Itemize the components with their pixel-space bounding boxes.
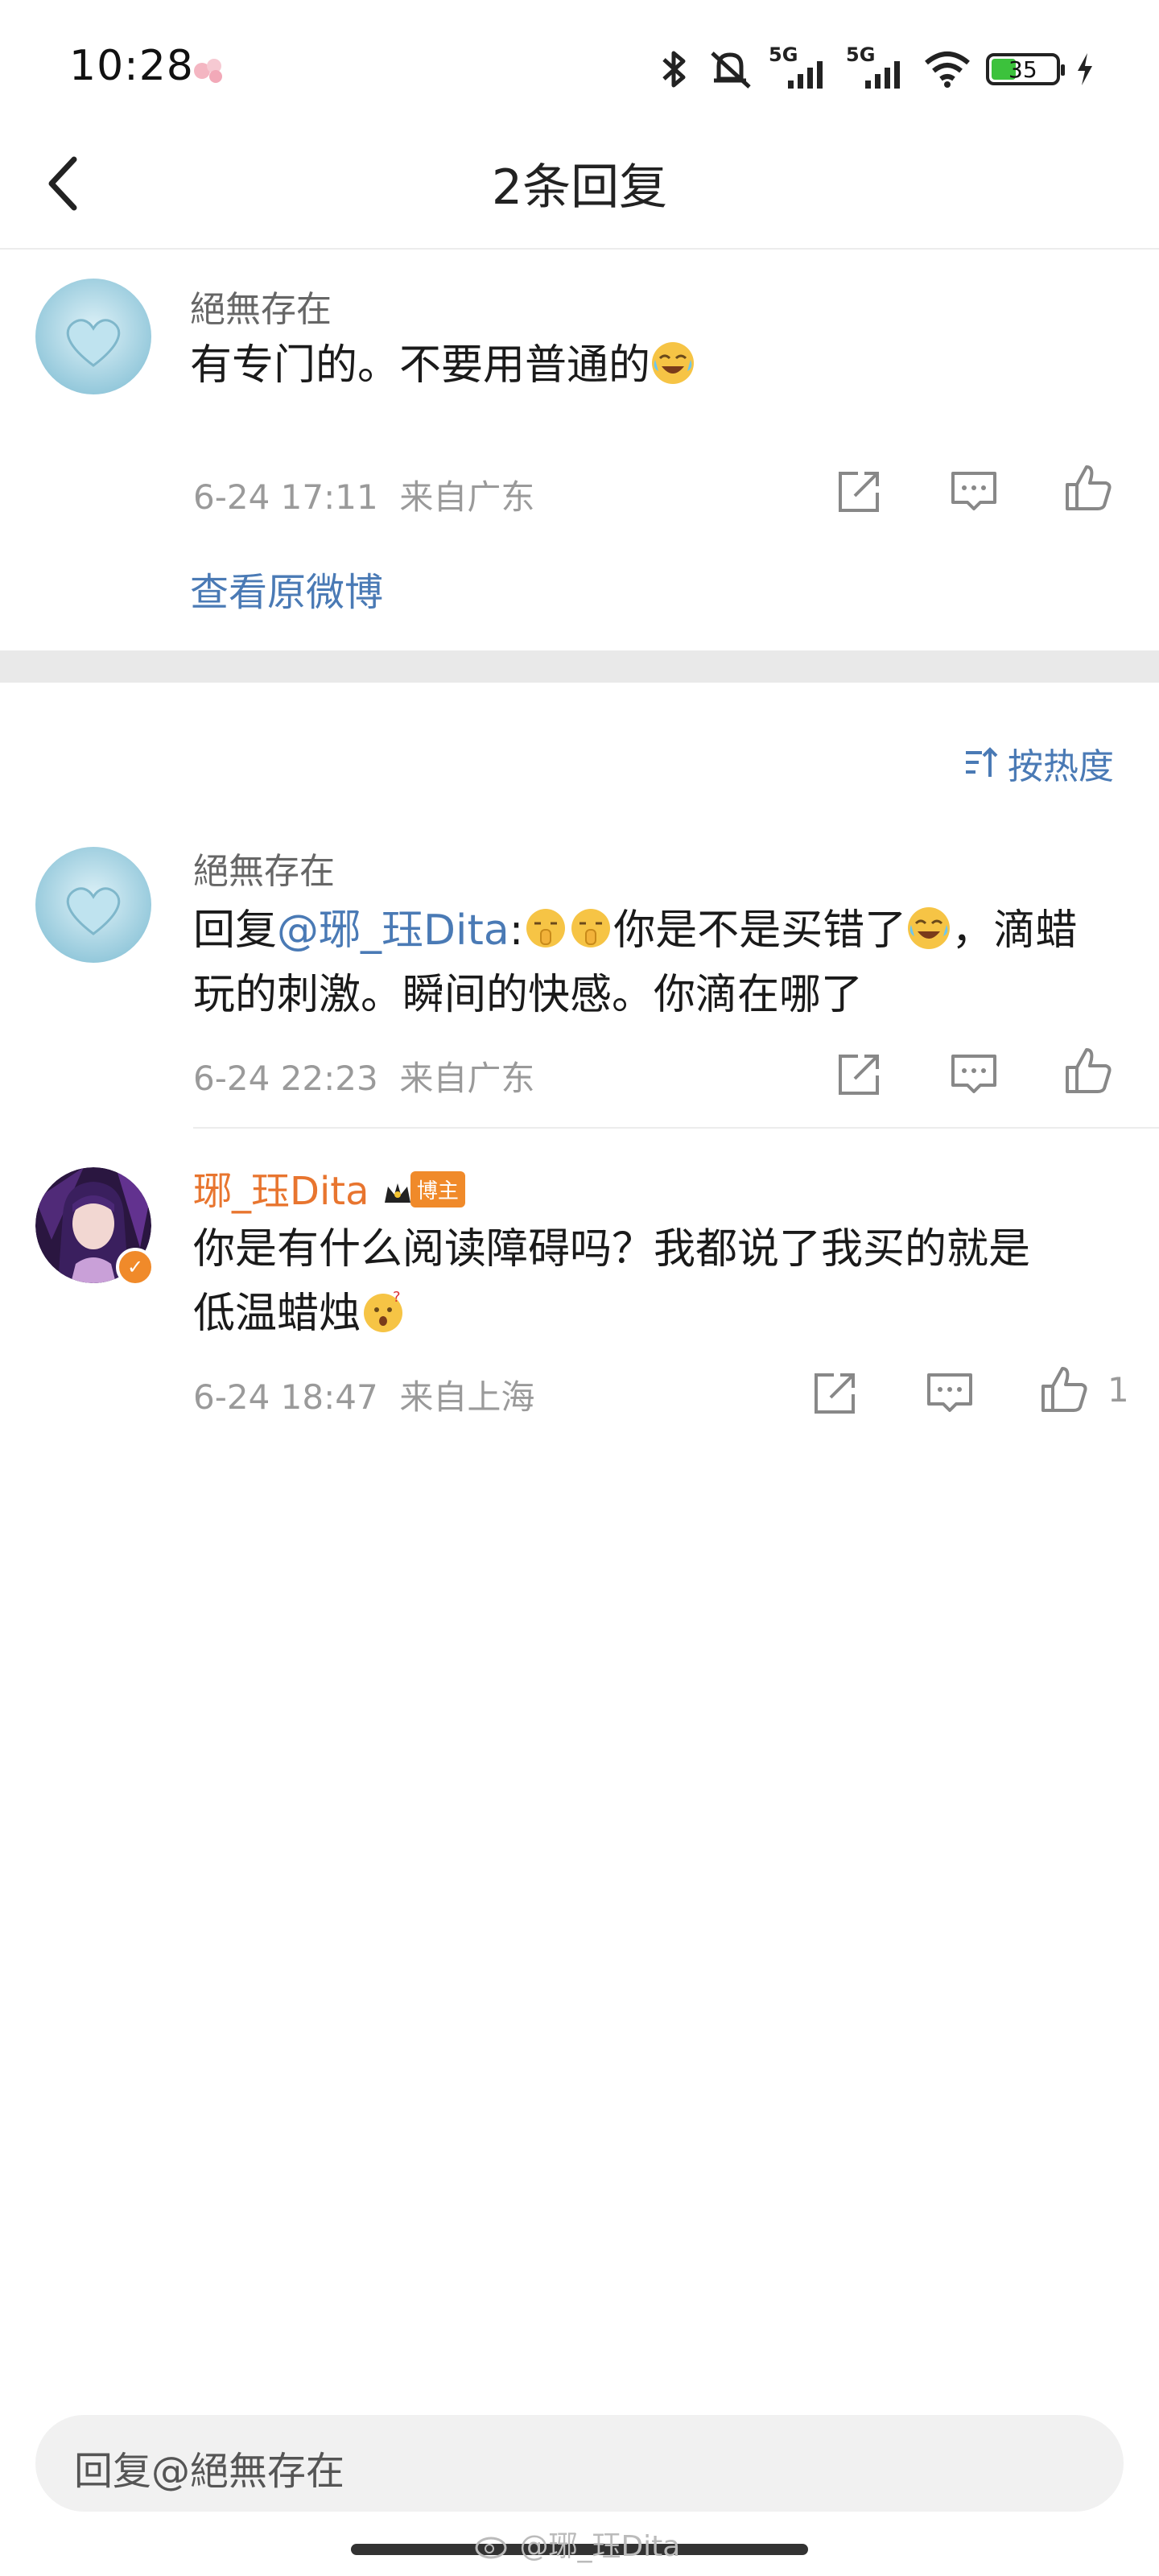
- comment-icon[interactable]: [924, 1367, 975, 1418]
- colon: :: [509, 906, 524, 955]
- reply-location: 来自广东: [399, 1059, 535, 1098]
- shush-emoji-icon: [526, 909, 566, 947]
- watermark: @琊_珏Dita: [475, 2523, 680, 2565]
- watermark-text: @琊_珏Dita: [519, 2530, 681, 2563]
- reply-location: 来自上海: [399, 1377, 535, 1417]
- sort-icon: [966, 747, 998, 777]
- page-title: 2条回复: [491, 159, 668, 216]
- comment-text-content: 有专门的。不要用普通的: [190, 341, 651, 390]
- crown-icon: [384, 1183, 410, 1203]
- signal-5g-icon: 5G: [846, 43, 909, 92]
- username-text: 琊_珏Dita: [193, 1169, 369, 1214]
- divider: [193, 1127, 1159, 1129]
- share-icon[interactable]: [834, 465, 885, 517]
- wifi-icon: [925, 52, 970, 88]
- reply-meta: 6-24 22:23 来自广东: [193, 1051, 534, 1100]
- confused-emoji-icon: ?: [364, 1289, 403, 1332]
- reply-text: 你是有什么阅读障碍吗？我都说了我买的就是 低温蜡烛?: [193, 1217, 1135, 1346]
- reply-text-part: 你是不是买错了: [613, 906, 907, 955]
- like-icon[interactable]: [1038, 1364, 1090, 1415]
- divider: [0, 248, 1159, 250]
- comment-icon[interactable]: [948, 465, 1000, 517]
- section-separator: [0, 650, 1159, 683]
- laugh-cry-emoji-icon: [652, 342, 695, 384]
- avatar[interactable]: [35, 279, 151, 394]
- like-icon[interactable]: [1062, 462, 1114, 514]
- battery-level: 35: [1008, 56, 1037, 83]
- mention-link[interactable]: @琊_珏Dita: [277, 906, 509, 955]
- avatar[interactable]: [35, 847, 151, 963]
- like-icon[interactable]: [1062, 1045, 1114, 1096]
- share-icon[interactable]: [834, 1048, 885, 1100]
- sort-label: 按热度: [1008, 746, 1114, 787]
- comment-text: 有专门的。不要用普通的: [190, 333, 695, 398]
- battery-icon: 35: [986, 53, 1065, 85]
- reply-text: 回复@琊_珏Dita: 你是不是买错了 ，滴蜡 玩的刺激。瞬间的快感。你滴在哪了: [193, 898, 1135, 1027]
- username[interactable]: 絕無存在: [193, 842, 335, 894]
- reply-prefix: 回复: [193, 906, 278, 955]
- reply-meta: 6-24 18:47 来自上海: [193, 1370, 534, 1419]
- app-notification-icon: [194, 59, 222, 83]
- reply-input-placeholder: 回复@絕無存在: [74, 2449, 345, 2494]
- shush-emoji-icon: [571, 909, 611, 947]
- reply-line: 玩的刺激。瞬间的快感。你滴在哪了: [193, 971, 864, 1019]
- comment-time: 6-24 17:11: [193, 477, 378, 517]
- comment-meta: 6-24 17:11 来自广东: [193, 470, 534, 519]
- mute-icon: [711, 52, 751, 89]
- laugh-cry-emoji-icon: [908, 907, 951, 949]
- status-time: 10:28: [69, 42, 194, 90]
- username[interactable]: 琊_珏Dita 博主: [193, 1159, 465, 1216]
- reply-line: 回复@琊_珏Dita: 你是不是买错了 ，滴蜡: [193, 898, 1135, 963]
- like-count: 1: [1107, 1370, 1129, 1410]
- username[interactable]: 絕無存在: [190, 280, 332, 332]
- svg-text:?: ?: [393, 1289, 401, 1306]
- comment-location: 来自广东: [399, 477, 535, 517]
- verified-badge-icon: ✓: [116, 1248, 155, 1286]
- share-icon[interactable]: [810, 1367, 861, 1418]
- reply-text-part: 低温蜡烛: [193, 1290, 361, 1338]
- charging-icon: [1078, 53, 1092, 85]
- status-icons: 5G 5G 35: [656, 43, 1095, 93]
- view-original-link[interactable]: 查看原微博: [190, 560, 383, 617]
- bluetooth-icon: [662, 51, 686, 88]
- reply-time: 6-24 22:23: [193, 1059, 378, 1098]
- reply-time: 6-24 18:47: [193, 1377, 378, 1417]
- weibo-logo-icon: [475, 2537, 507, 2559]
- reply-text-part: ，滴蜡: [951, 906, 1078, 955]
- avatar[interactable]: ✓: [35, 1167, 155, 1286]
- reply-line: 低温蜡烛?: [193, 1282, 1135, 1346]
- author-badge: 博主: [410, 1171, 465, 1208]
- reply-line: 你是有什么阅读障碍吗？我都说了我买的就是: [193, 1225, 1031, 1274]
- signal-5g-icon: 5G: [769, 43, 831, 92]
- sort-toggle[interactable]: 按热度: [963, 737, 1114, 789]
- comment-icon[interactable]: [948, 1048, 1000, 1100]
